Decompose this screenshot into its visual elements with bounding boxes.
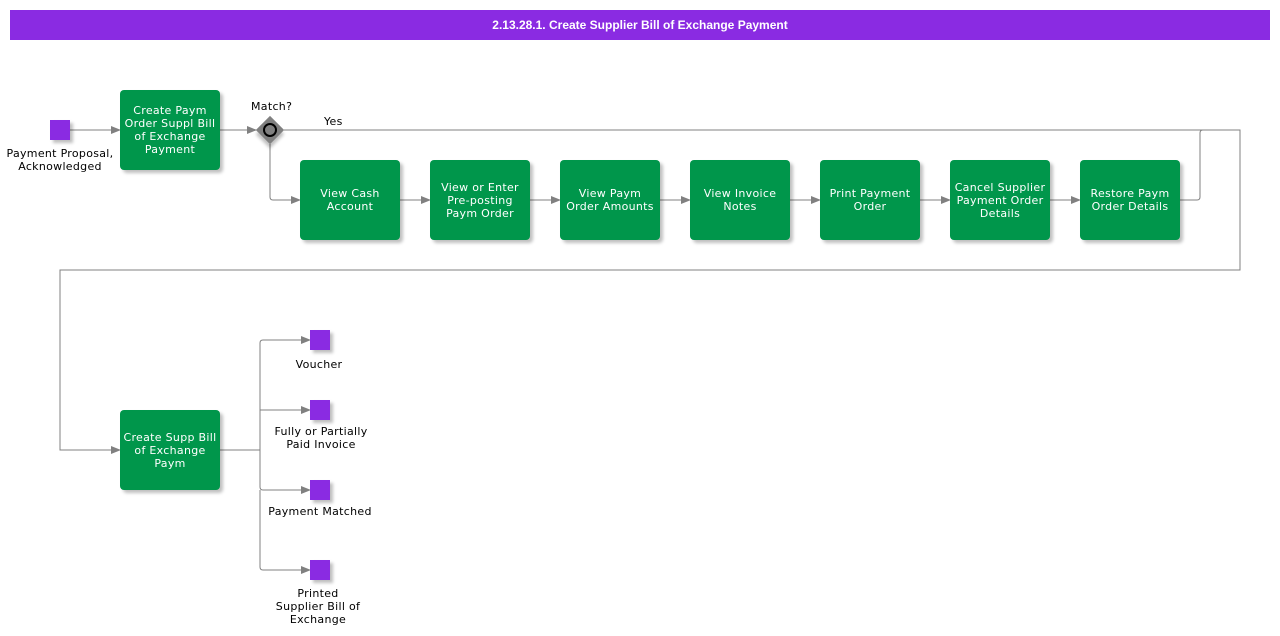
end-event-payment-matched-label: Payment Matched xyxy=(268,505,372,518)
end-event-printed-bill-icon[interactable] xyxy=(310,560,330,580)
gateway-yes-label: Yes xyxy=(324,115,343,128)
task-view-cash-account[interactable]: View Cash Account xyxy=(300,160,400,240)
end-event-printed-bill-label: Printed Supplier Bill of Exchange xyxy=(275,587,361,626)
flow-t9-to-printed-bill xyxy=(259,490,311,574)
start-event-label: Payment Proposal, Acknowledged xyxy=(6,147,114,173)
end-event-voucher-label: Voucher xyxy=(295,358,343,371)
end-event-payment-matched-icon[interactable] xyxy=(310,480,330,500)
task-view-enter-preposting[interactable]: View or Enter Pre-posting Paym Order xyxy=(430,160,530,240)
task-print-payment-order[interactable]: Print Payment Order xyxy=(820,160,920,240)
flow-t8-loop xyxy=(1180,129,1204,201)
gateway-ring-icon xyxy=(263,123,277,137)
task-create-supp-bill-exchange[interactable]: Create Supp Bill of Exchange Paym xyxy=(120,410,220,490)
end-event-paid-invoice-icon[interactable] xyxy=(310,400,330,420)
start-event-icon[interactable] xyxy=(50,120,70,140)
gateway-label: Match? xyxy=(251,100,293,113)
flow-t9-to-payment-matched xyxy=(259,450,311,494)
task-cancel-supplier-payment-order[interactable]: Cancel Supplier Payment Order Details xyxy=(950,160,1050,240)
flow-gateway-to-t2 xyxy=(269,144,301,204)
task-view-invoice-notes[interactable]: View Invoice Notes xyxy=(690,160,790,240)
task-restore-paym-order-details[interactable]: Restore Paym Order Details xyxy=(1080,160,1180,240)
end-event-voucher-icon[interactable] xyxy=(310,330,330,350)
task-view-paym-order-amounts[interactable]: View Paym Order Amounts xyxy=(560,160,660,240)
task-create-paym-order[interactable]: Create Paym Order Suppl Bill of Exchange… xyxy=(120,90,220,170)
end-event-paid-invoice-label: Fully or Partially Paid Invoice xyxy=(274,425,368,451)
